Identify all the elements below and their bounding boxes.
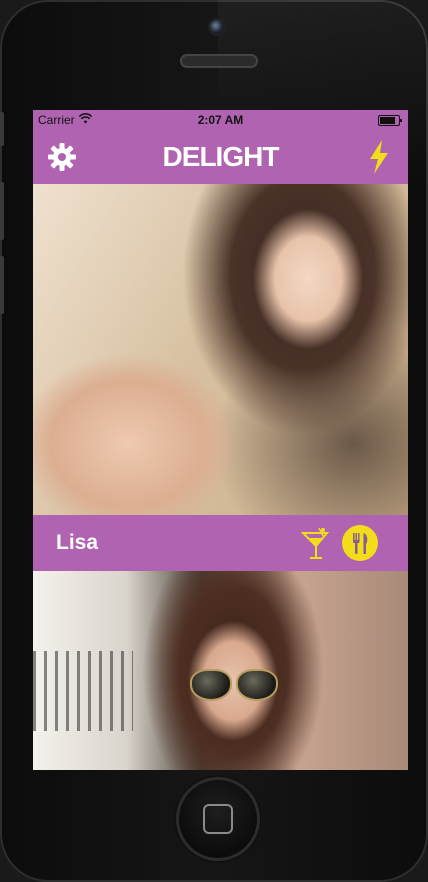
sunglasses: [190, 669, 278, 701]
profile-photo-next[interactable]: [33, 571, 408, 770]
earpiece-speaker: [180, 54, 258, 68]
front-camera: [210, 20, 224, 34]
status-time: 2:07 AM: [197, 113, 244, 127]
app-screen: Carrier 2:07 AM DELIGHT Lisa: [33, 110, 408, 770]
mute-switch: [0, 112, 4, 146]
fork-knife-icon: [353, 533, 368, 554]
phone-frame: Carrier 2:07 AM DELIGHT Lisa: [0, 0, 428, 882]
home-button[interactable]: [176, 777, 260, 861]
status-bar: Carrier 2:07 AM: [33, 110, 408, 130]
fork-knife-button[interactable]: [342, 525, 378, 561]
profile-name-bar: Lisa: [33, 515, 408, 571]
lightning-bolt-icon[interactable]: [368, 140, 390, 174]
profile-name: Lisa: [56, 531, 99, 554]
app-logo-title: DELIGHT: [162, 141, 280, 172]
profile-photo-lisa[interactable]: [33, 184, 408, 515]
battery-icon: [378, 115, 402, 126]
cocktail-glass-icon[interactable]: [301, 527, 331, 561]
navigation-bar: DELIGHT: [33, 130, 408, 184]
home-square-icon: [203, 804, 233, 834]
volume-down-button: [0, 256, 4, 314]
background-fence: [33, 651, 133, 731]
volume-up-button: [0, 182, 4, 240]
